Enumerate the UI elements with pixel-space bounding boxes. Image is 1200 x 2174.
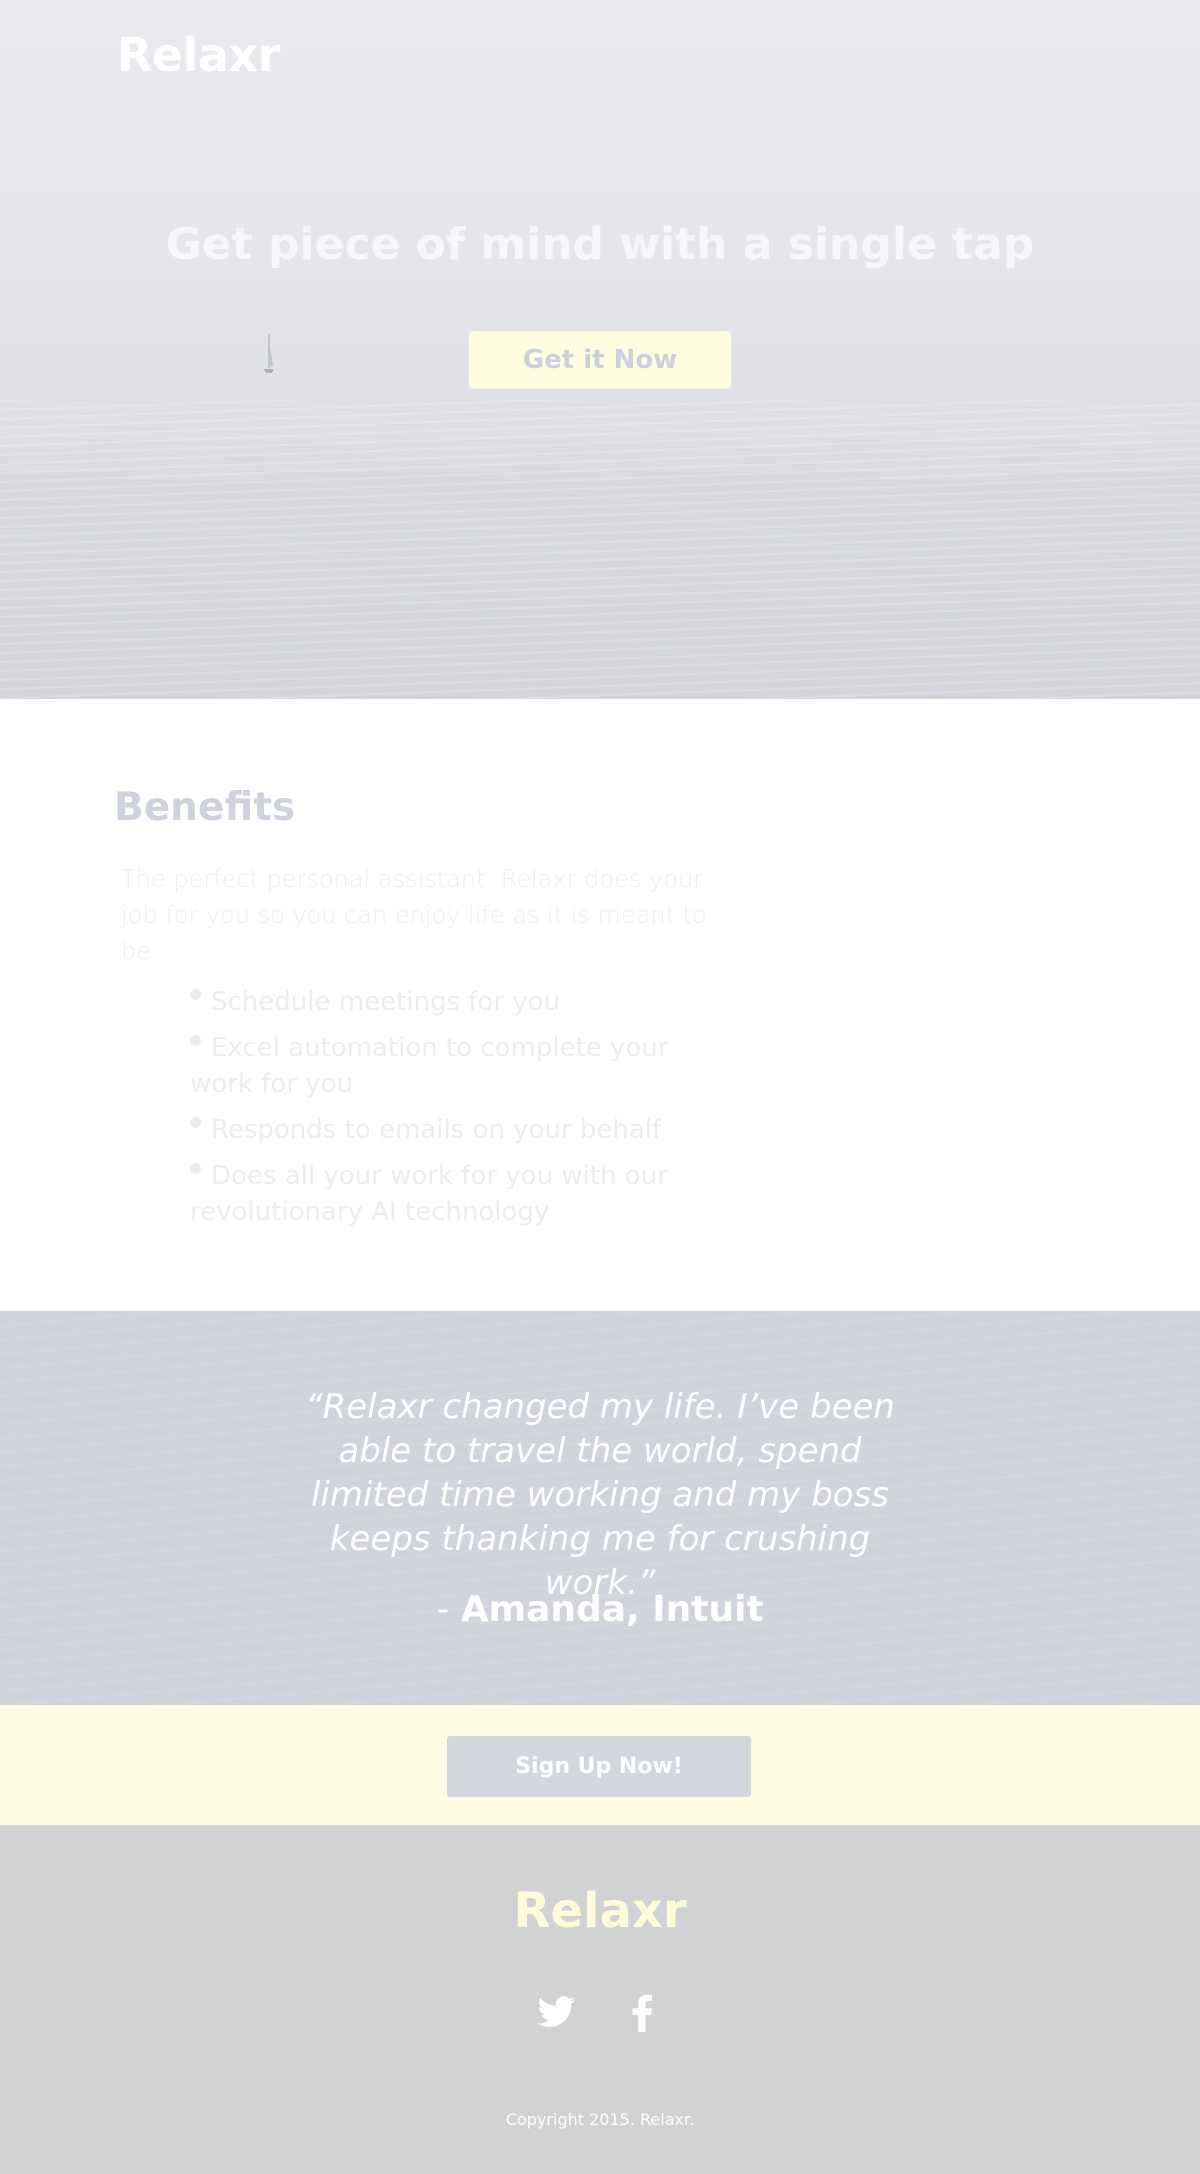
testimonial-author: - Amanda, Intuit (0, 1589, 1200, 1630)
copyright-text: Copyright 2015. Relaxr. (505, 2110, 695, 2129)
footer-logo: Relaxr (513, 1883, 687, 1939)
bullet-icon (190, 1035, 201, 1046)
list-item: Responds to emails on your behalf (190, 1112, 670, 1148)
get-it-now-button[interactable]: Get it Now (469, 331, 731, 389)
hero-section: Relaxr Get piece of mind with a single t… (0, 0, 1200, 699)
bullet-icon (190, 1163, 201, 1174)
hero-title: Get piece of mind with a single tap (165, 219, 1035, 271)
benefits-heading: Benefits (114, 785, 296, 830)
author-name: Amanda, Intuit (460, 1589, 764, 1630)
hero-water-background (0, 400, 1200, 699)
sign-up-button[interactable]: Sign Up Now! (447, 1736, 751, 1797)
signup-section: Sign Up Now! (0, 1705, 1200, 1825)
list-item: Excel automation to complete your work f… (190, 1030, 670, 1102)
footer: Relaxr Copyright 2015. Relaxr. (0, 1825, 1200, 2174)
author-dash: - (436, 1589, 461, 1630)
benefit-label: Excel automation to complete your work f… (190, 1033, 669, 1099)
testimonial-section: “Relaxr changed my life. I’ve been able … (0, 1311, 1200, 1705)
twitter-icon[interactable] (534, 1990, 580, 2036)
sailboat-icon (264, 334, 274, 373)
benefits-list: Schedule meetings for you Excel automati… (190, 984, 670, 1240)
social-links (0, 1990, 1200, 2036)
list-item: Does all your work for you with our revo… (190, 1158, 670, 1230)
benefit-label: Does all your work for you with our revo… (190, 1161, 668, 1227)
benefits-section: Benefits The perfect personal assistant.… (0, 699, 1200, 1311)
list-item: Schedule meetings for you (190, 984, 670, 1020)
facebook-icon[interactable] (620, 1990, 666, 2036)
bullet-icon (190, 989, 201, 1000)
bullet-icon (190, 1117, 201, 1128)
testimonial-quote: “Relaxr changed my life. I’ve been able … (305, 1387, 895, 1603)
benefits-intro: The perfect personal assistant. Relaxr d… (121, 865, 707, 965)
header-logo[interactable]: Relaxr (117, 28, 280, 82)
benefit-label: Schedule meetings for you (211, 987, 561, 1017)
benefit-label: Responds to emails on your behalf (211, 1115, 662, 1145)
